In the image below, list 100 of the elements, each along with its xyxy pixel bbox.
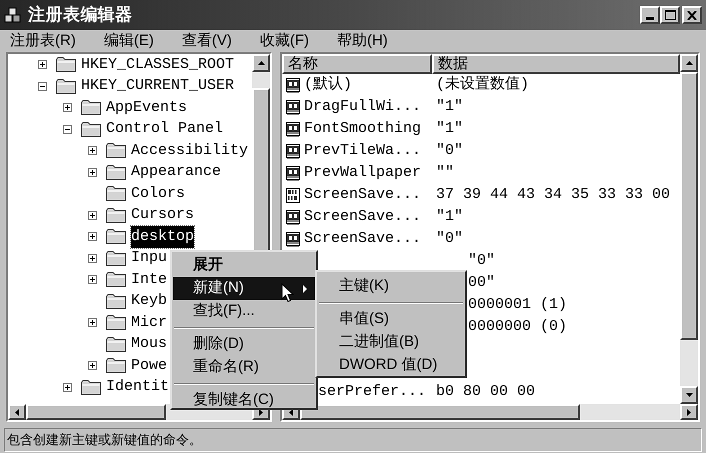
expand-icon[interactable] [88,146,97,156]
menu-item[interactable]: 主键(K) [318,275,464,298]
menu-item[interactable]: 展开 [173,254,315,277]
menu-item[interactable]: 查找(F)... [173,300,315,323]
folder-icon [81,378,101,396]
mouse-pointer-icon [281,283,294,303]
value-data: "" [436,162,454,183]
horizontal-scrollbar[interactable] [282,404,698,420]
expand-icon[interactable] [63,382,72,392]
value-data: 00" [468,272,496,293]
down-arrow-icon [686,393,692,397]
menu-item[interactable]: DWORD 值(D) [318,354,464,377]
menu-item[interactable]: 新建(N) [173,277,315,300]
folder-icon [81,99,101,116]
folder-icon [106,314,126,332]
tree-item[interactable]: HKEY_CLASSES_ROOT [81,54,234,76]
tree-item[interactable]: Inpu [131,247,168,270]
value-data: "0" [468,250,496,271]
menu-item[interactable]: 收藏(F) [256,30,313,52]
value-name[interactable]: (默认) [304,74,436,96]
expand-icon[interactable] [88,210,97,220]
column-header[interactable]: 数据 [432,54,680,74]
tree-item[interactable]: Appearance [131,161,222,184]
value-data: 0000001 (1) [468,294,568,315]
cubes-icon [4,6,22,24]
value-data: 0000000 (0) [468,316,568,337]
value-name[interactable]: FontSmoothing [304,118,436,140]
tree-item[interactable]: Inte [131,268,168,291]
value-data: (未设置数值) [436,74,530,95]
collapse-icon[interactable] [38,82,47,91]
maximize-button[interactable] [660,6,680,24]
tree-item[interactable]: Accessibility [131,140,248,162]
value-name[interactable]: ScreenSave... [304,206,436,228]
folder-icon [56,56,76,74]
tree-item[interactable]: desktop [131,226,194,248]
menu-item[interactable]: 帮助(H) [332,30,392,52]
value-name[interactable]: ScreenSave... [304,228,436,250]
up-arrow-icon [258,61,264,65]
value-data: "1" [436,118,464,139]
close-icon [687,10,697,20]
value-data: b0 80 00 00 [436,382,536,402]
tree-item[interactable]: AppEvents [106,96,188,119]
tree-item[interactable]: Colors [131,182,186,205]
value-name[interactable]: PrevWallpaper [304,162,436,184]
folder-icon [106,336,126,353]
expand-icon[interactable] [88,275,97,284]
vertical-scrollbar[interactable] [680,54,698,404]
right-arrow-icon [259,408,263,416]
value-name[interactable]: ScreenSave... [304,184,436,206]
expand-icon[interactable] [88,254,97,263]
expand-icon[interactable] [88,168,97,177]
tree-item[interactable]: Control Panel [106,118,224,140]
menu-item[interactable]: 注册表(R) [6,30,80,52]
value-data: "1" [436,206,464,227]
maximize-icon [664,10,676,20]
expand-icon[interactable] [63,103,72,112]
menu-item[interactable]: 编辑(E) [100,30,158,52]
value-data: 37 39 44 43 34 35 33 33 00 [436,184,670,205]
column-header[interactable]: 名称 [282,54,432,74]
folder-icon [106,142,126,160]
tree-item[interactable]: HKEY_CURRENT_USER [81,75,234,98]
menu-item[interactable]: 二进制值(B) [318,331,464,354]
expand-icon[interactable] [88,318,97,328]
tree-item[interactable]: Powe [131,354,168,377]
up-arrow-icon [686,61,692,65]
value-name[interactable]: DragFullWi... [304,96,436,118]
submenu-arrow-icon [303,284,307,292]
tree-item[interactable]: Mous [131,333,168,356]
window-title: 注册表编辑器 [28,4,133,26]
close-button[interactable] [682,6,702,24]
value-data: "1" [436,96,464,117]
expand-icon[interactable] [38,60,47,70]
collapse-icon[interactable] [63,124,72,134]
folder-icon [106,357,126,374]
folder-icon [81,120,101,138]
expand-icon[interactable] [88,361,97,370]
tree-item[interactable]: Keyb [131,290,168,312]
minimize-icon [646,17,654,20]
folder-icon [106,185,126,202]
value-name[interactable]: serPrefer... [318,381,436,404]
tree-item[interactable]: Micr [131,312,168,334]
menu-item[interactable]: 查看(V) [178,30,236,52]
menu-item[interactable]: 复制键名(C) [173,389,315,412]
left-arrow-icon [289,408,293,416]
tree-item[interactable]: Identit [106,376,170,398]
right-arrow-icon [687,408,691,416]
value-data: "0" [436,140,464,161]
value-name[interactable]: PrevTileWa... [304,140,436,162]
status-bar: 包含创建新主键或新键值的命令。 [4,428,702,452]
menu-item[interactable]: 重命名(R) [173,356,315,379]
tree-item[interactable]: Cursors [131,204,194,226]
folder-icon [106,292,126,310]
value-data: "0" [436,228,464,249]
folder-icon [106,250,126,267]
menu-item[interactable]: 删除(D) [173,333,315,356]
expand-icon[interactable] [88,232,97,242]
left-arrow-icon [15,408,19,416]
folder-icon [106,164,126,181]
minimize-button[interactable] [640,6,660,24]
menu-item[interactable]: 串值(S) [318,308,464,331]
